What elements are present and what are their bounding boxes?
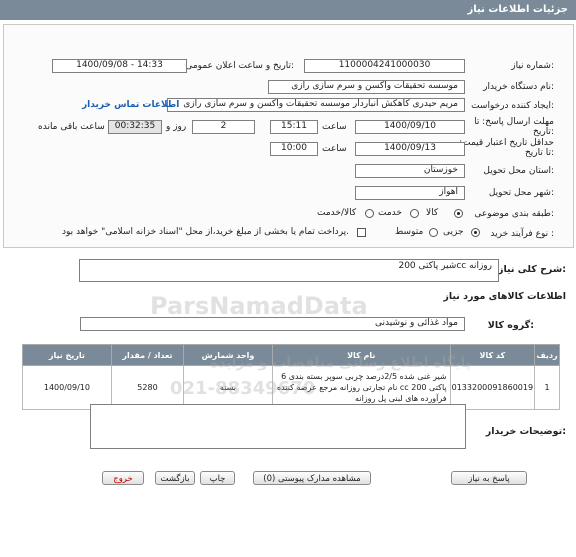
need-number-field: 1100004241000030 [304,59,465,73]
days-label: روز و [166,122,187,132]
attachments-button[interactable]: مشاهده مدارک پیوستی (0) [253,471,371,485]
announce-field: 1400/09/08 - 14:33 [52,59,187,73]
remaining-label: ساعت باقی مانده [38,122,105,132]
cell-code: 0133200091860019 [449,365,536,410]
deadline-time-field: 15:11 [270,120,318,134]
deadline-label: مهلت ارسال پاسخ: تا تاریخ: [474,117,554,137]
buyer-notes-label: توضیحات خریدار: [485,426,566,437]
city-label: شهر محل تحویل: [488,188,554,198]
validity-time-label: ساعت [322,144,347,154]
watermark-subtitle: پایگاه اطلاع رسانی مناقصات و مزایده [210,355,471,371]
remaining-time-field: 00:32:35 [108,120,162,134]
validity-date-field: 1400/09/13 [355,142,465,156]
col-row: ردیف [534,344,560,366]
process-radio-minor[interactable] [471,228,480,237]
buyer-contact-link[interactable]: اطلاعات تماس خریدار [82,100,179,110]
process-radio-medium[interactable] [429,228,438,237]
cell-date: 1400/09/10 [22,365,112,410]
watermark-logo-text: ParsNamadData [150,292,368,320]
buyer-org-field: موسسه تحقیقات واکسن و سرم سازی رازی [268,80,465,94]
buyer-org-label: نام دستگاه خریدار: [483,82,554,92]
goods-group-label: گروه کالا: [487,320,534,331]
province-label: استان محل تحویل: [483,166,554,176]
province-field: خوزستان [355,164,465,178]
category-label: طبقه بندی موضوعی: [474,209,554,219]
print-button[interactable]: چاپ [200,471,235,485]
exit-button[interactable]: خروج [102,471,144,485]
summary-label: شرح کلی نیاز: [497,264,566,275]
reply-button[interactable]: پاسخ به نیاز [451,471,527,485]
payment-note: پرداخت تمام یا بخشی از مبلغ خرید،از محل … [62,227,350,237]
page-title-bar: جزئیات اطلاعات نیاز [0,0,576,20]
category-radio-goods[interactable] [454,209,463,218]
page-title: جزئیات اطلاعات نیاز [467,4,568,15]
process-option-minor: جزیی [443,227,464,237]
validity-label: حداقل تاریخ اعتبار قیمت: تا تاریخ: [459,138,554,158]
category-radio-service[interactable] [410,209,419,218]
category-option-service: خدمت [378,208,402,218]
days-field: 2 [192,120,255,134]
creator-field: مریم حیدری کاهکش انباردار موسسه تحقیقات … [167,98,465,112]
validity-time-field: 10:00 [270,142,318,156]
creator-label: ایجاد کننده درخواست: [471,101,554,111]
deadline-time-label: ساعت [322,122,347,132]
buyer-notes-field [90,404,466,449]
col-date: تاریخ نیاز [22,344,112,366]
process-label: نوع فرآیند خرید : [490,229,554,239]
cell-row: 1 [534,365,560,410]
city-field: اهواز [355,186,465,200]
process-option-medium: متوسط [395,227,424,237]
watermark-phone: 021-88349670 [170,378,316,399]
need-number-label: شماره نیاز: [511,61,554,71]
announce-label: تاریخ و ساعت اعلان عمومی: [185,61,294,71]
goods-table: ردیف کد کالا نام کالا واحد شمارش تعداد /… [22,344,560,410]
col-qty: تعداد / مقدار [110,344,185,366]
summary-field: شیر پاکتی 200cc روزانه [79,259,499,282]
treasury-checkbox[interactable] [357,228,366,237]
category-option-goods-service: کالا/خدمت [317,208,357,218]
back-button[interactable]: بازگشت [155,471,195,485]
category-radio-goods-service[interactable] [365,209,374,218]
category-option-goods: کالا [426,208,439,218]
deadline-date-field: 1400/09/10 [355,120,465,134]
goods-section-title: اطلاعات کالاهای مورد نیاز [443,291,566,302]
